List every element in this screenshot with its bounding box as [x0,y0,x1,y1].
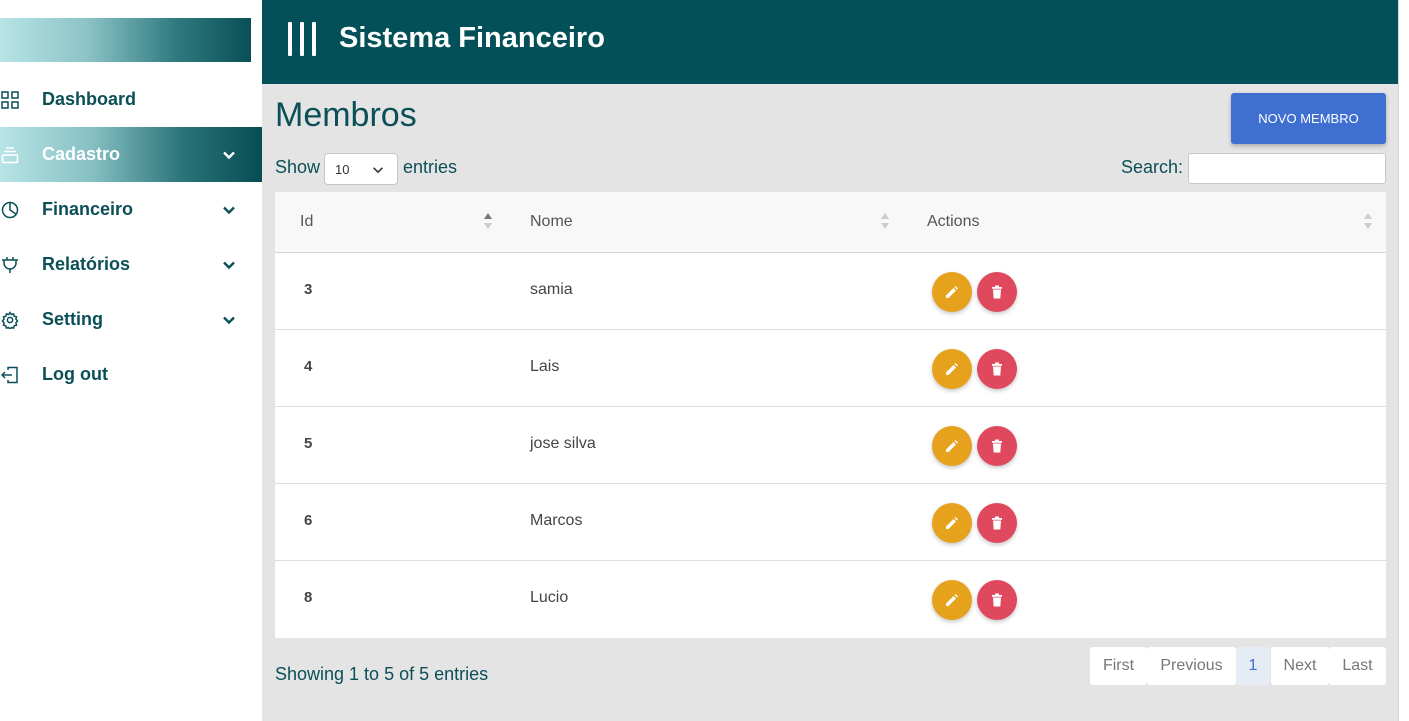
plug-icon [0,255,20,275]
cell-id: 5 [304,435,313,452]
edit-button[interactable] [932,426,972,466]
cell-nome: Marcos [530,512,583,529]
cell-id: 4 [304,358,313,375]
gear-icon [0,310,20,330]
sidebar-item-label: Relatórios [42,254,131,274]
show-label: Show [275,157,321,177]
trash-icon [992,439,1002,453]
cell-nome: Lais [530,358,560,375]
table-header: Id Nome Actions [275,192,1386,253]
chevron-down-icon [373,167,383,174]
delete-button[interactable] [977,580,1017,620]
chevron-down-icon [223,151,235,159]
search-input[interactable] [1188,153,1386,184]
sidebar: Dashboard Cadastro Financeiro Relatórios [0,0,262,721]
menu-toggle-icon[interactable] [288,22,316,56]
table-row: 3 samia [275,253,1386,330]
delete-button[interactable] [977,426,1017,466]
chevron-down-icon [223,206,235,214]
pager-last[interactable]: Last [1329,647,1386,685]
edit-button[interactable] [932,580,972,620]
sidebar-item-relatorios[interactable]: Relatórios [0,237,262,292]
pager-next[interactable]: Next [1271,647,1329,685]
table-row: 4 Lais [275,330,1386,407]
entries-select[interactable]: 10 [324,153,398,185]
sidebar-item-label: Log out [42,364,108,384]
delete-button[interactable] [977,349,1017,389]
table-row: 5 jose silva [275,407,1386,484]
edit-button[interactable] [932,349,972,389]
pie-chart-icon [0,200,20,220]
grid-icon [0,90,20,110]
trash-icon [992,285,1002,299]
entries-value: 10 [335,162,350,177]
edit-button[interactable] [932,272,972,312]
trash-icon [992,362,1002,376]
delete-button[interactable] [977,503,1017,543]
delete-button[interactable] [977,272,1017,312]
pager-first[interactable]: First [1090,647,1147,685]
table-info: Showing 1 to 5 of 5 entries [275,664,489,684]
sort-icon[interactable] [1363,212,1373,230]
trash-icon [992,593,1002,607]
sort-icon[interactable] [880,212,890,230]
cell-id: 8 [304,589,313,606]
pencil-icon [946,363,958,375]
top-header: Sistema Financeiro [262,0,1398,84]
cell-id: 6 [304,512,313,529]
brand-logo [0,18,251,62]
sidebar-nav: Dashboard Cadastro Financeiro Relatórios [0,72,262,402]
column-header-nome[interactable]: Nome [530,213,573,231]
table-row: 8 Lucio [275,561,1386,638]
sidebar-item-logout[interactable]: Log out [0,347,262,402]
search-label: Search: [1121,157,1184,177]
sort-asc-icon[interactable] [483,212,493,230]
sidebar-item-cadastro[interactable]: Cadastro [0,127,262,182]
main-content: Membros Novo Membro Show 10 entries Sear… [262,84,1398,721]
sidebar-item-label: Financeiro [42,199,134,219]
table-row: 6 Marcos [275,484,1386,561]
members-table: Id Nome Actions 3 samia 4 Lais 5 jose si… [275,192,1386,638]
chevron-down-icon [223,261,235,269]
app-title: Sistema Financeiro [339,22,605,54]
pencil-icon [946,517,958,529]
cell-nome: Lucio [530,589,569,606]
entries-label: entries [403,157,458,177]
cell-nome: jose silva [530,435,596,452]
sidebar-item-financeiro[interactable]: Financeiro [0,182,262,237]
page-title: Membros [275,96,417,134]
pencil-icon [946,440,958,452]
layers-icon [0,145,20,165]
sidebar-item-dashboard[interactable]: Dashboard [0,72,262,127]
column-header-id[interactable]: Id [300,213,313,231]
pencil-icon [946,594,958,606]
chevron-down-icon [223,316,235,324]
trash-icon [992,516,1002,530]
column-header-actions[interactable]: Actions [927,213,979,231]
cell-id: 3 [304,281,313,298]
pager-previous[interactable]: Previous [1147,647,1236,685]
cell-nome: samia [530,281,573,298]
scrollbar[interactable] [1398,0,1409,721]
new-member-button[interactable]: Novo Membro [1231,93,1386,144]
edit-button[interactable] [932,503,972,543]
pager-page-1[interactable]: 1 [1236,647,1270,685]
sidebar-item-setting[interactable]: Setting [0,292,262,347]
pencil-icon [946,286,958,298]
sidebar-item-label: Setting [42,309,103,329]
sidebar-item-label: Dashboard [42,89,137,109]
sidebar-item-label: Cadastro [42,144,121,164]
logout-icon [0,365,20,385]
